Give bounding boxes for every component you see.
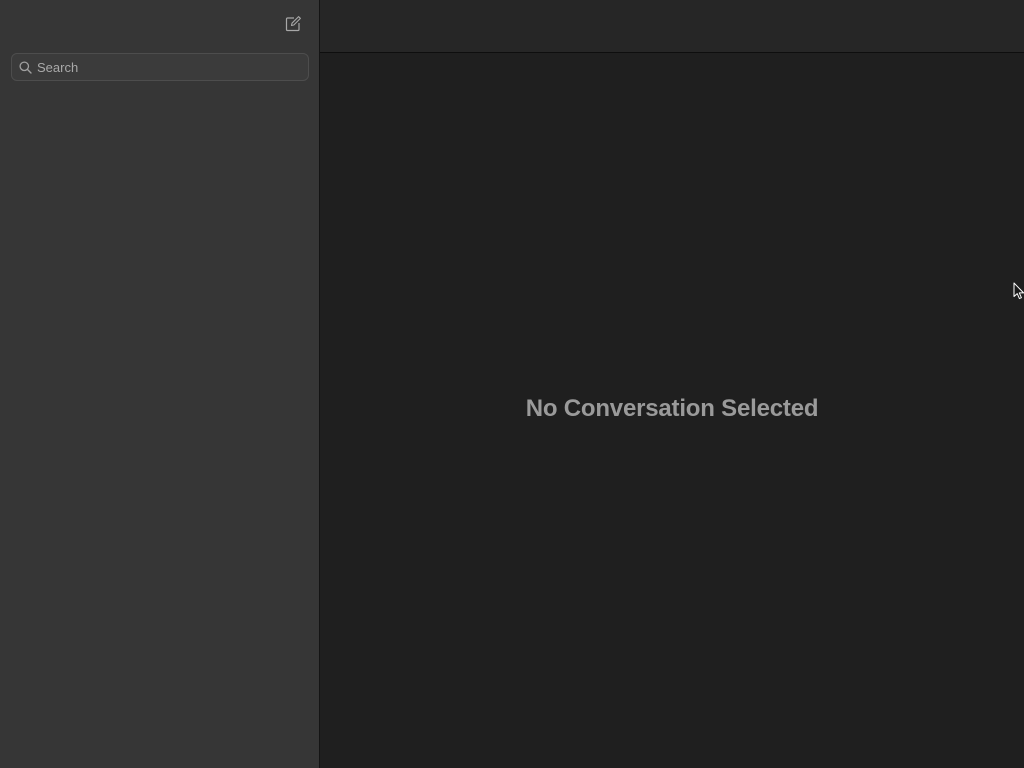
messages-window: No Conversation Selected (0, 0, 1024, 768)
conversation-list[interactable] (0, 92, 319, 768)
search-field[interactable] (11, 53, 309, 81)
magnifier-icon (18, 60, 32, 74)
search-input[interactable] (32, 54, 308, 80)
conversation-toolbar (320, 0, 1024, 53)
compose-icon (284, 15, 302, 38)
empty-state-message: No Conversation Selected (525, 395, 819, 422)
conversation-pane: No Conversation Selected (320, 0, 1024, 768)
compose-button[interactable] (282, 15, 304, 37)
sidebar (0, 0, 320, 768)
